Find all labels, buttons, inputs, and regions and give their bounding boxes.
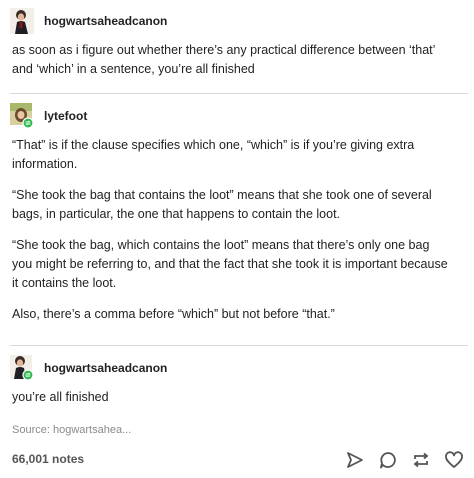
post-header: hogwartsaheadcanon — [0, 353, 474, 383]
source-label: Source: — [12, 424, 50, 436]
post-username[interactable]: hogwartsaheadcanon — [44, 14, 167, 28]
post-paragraph: you’re all finished — [12, 390, 109, 404]
post-paragraph: “That” is if the clause specifies which … — [12, 138, 415, 171]
avatar-lytefoot[interactable] — [10, 103, 34, 129]
reblog-arrows-icon — [413, 452, 429, 468]
like-button[interactable] — [444, 450, 464, 470]
post-body: as soon as i figure out whether there’s … — [12, 41, 452, 79]
post-body: you’re all finished — [12, 388, 452, 407]
post-reply-lytefoot: lytefoot “That” is if the clause specifi… — [0, 101, 474, 336]
post-original: hogwartsaheadcanon as soon as i figure o… — [0, 6, 474, 91]
avatar-hogwartsaheadcanon[interactable] — [10, 355, 34, 381]
post-paragraph: Also, there’s a comma before “which” but… — [12, 307, 335, 321]
heart-icon — [445, 451, 463, 468]
post-username[interactable]: lytefoot — [44, 109, 87, 123]
notes-count[interactable]: 66,001 notes — [12, 452, 84, 466]
paper-plane-icon — [347, 452, 363, 468]
reblog-button[interactable] — [411, 450, 431, 470]
avatar-hogwartsaheadcanon[interactable] — [10, 8, 34, 34]
divider — [10, 93, 468, 94]
speech-bubble-icon — [380, 452, 396, 469]
source-attribution[interactable]: Source: hogwartsahea... — [12, 424, 131, 436]
post-paragraph: “She took the bag that contains the loot… — [12, 188, 432, 221]
post-footer: 66,001 notes — [0, 444, 474, 474]
share-button[interactable] — [345, 450, 365, 470]
post-paragraph: “She took the bag, which contains the lo… — [12, 238, 448, 290]
post-actions — [345, 450, 464, 470]
post-paragraph: as soon as i figure out whether there’s … — [12, 43, 435, 76]
source-value[interactable]: hogwartsahea... — [53, 424, 131, 436]
divider — [10, 345, 468, 346]
post-username[interactable]: hogwartsaheadcanon — [44, 361, 167, 375]
post-reply-hogwartsaheadcanon: hogwartsaheadcanon you’re all finished — [0, 353, 474, 419]
post-header: lytefoot — [0, 101, 474, 131]
post-body: “That” is if the clause specifies which … — [12, 136, 452, 324]
post-header: hogwartsaheadcanon — [0, 6, 474, 36]
reply-button[interactable] — [378, 450, 398, 470]
